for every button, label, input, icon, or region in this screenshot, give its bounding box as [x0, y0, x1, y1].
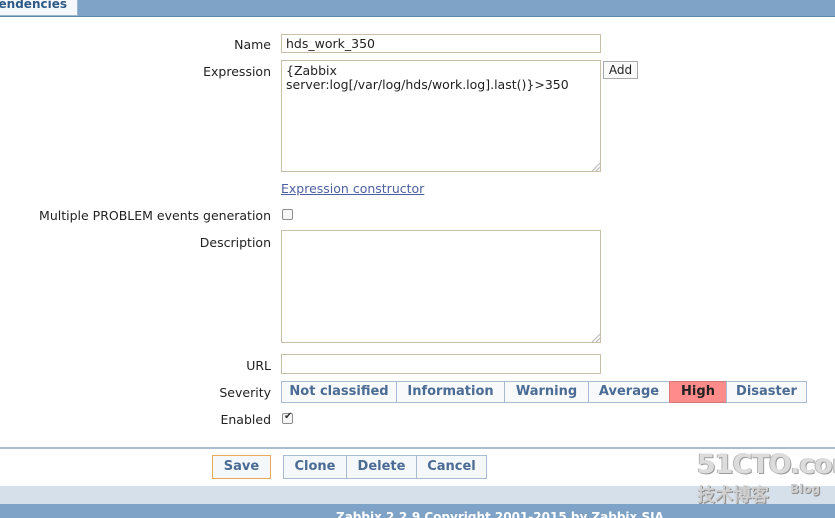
severity-selector: Not classified Information Warning Avera…: [281, 381, 807, 403]
cancel-button[interactable]: Cancel: [416, 455, 487, 479]
enabled-checkbox[interactable]: [282, 411, 293, 424]
watermark-cn: 技术博客: [697, 485, 769, 506]
expression-constructor-link[interactable]: Expression constructor: [281, 181, 424, 196]
description-wrap: [281, 230, 601, 343]
resize-grip-icon[interactable]: [592, 334, 600, 342]
multiple-problem-checkbox[interactable]: [282, 209, 293, 220]
tab-label: endencies: [0, 0, 67, 11]
description-label: Description: [199, 235, 271, 250]
multiple-problem-label: Multiple PROBLEM events generation: [39, 208, 271, 223]
expression-textarea[interactable]: {Zabbix server:log[/var/log/hds/work.log…: [281, 60, 601, 172]
watermark-site: 51CTO.com: [697, 449, 835, 480]
url-input[interactable]: [281, 354, 601, 374]
tab-dependencies[interactable]: endencies: [0, 0, 78, 16]
severity-information[interactable]: Information: [396, 381, 505, 403]
clone-button[interactable]: Clone: [283, 455, 347, 479]
name-label: Name: [234, 37, 271, 52]
url-label: URL: [246, 358, 271, 373]
severity-high[interactable]: High: [669, 381, 727, 403]
save-button[interactable]: Save: [212, 455, 271, 479]
site-watermark: 51CTO.com 技术博客 Blog: [697, 449, 835, 507]
watermark-blog: Blog: [790, 482, 821, 496]
resize-grip-icon[interactable]: [592, 163, 600, 171]
enabled-label: Enabled: [220, 412, 271, 427]
name-input[interactable]: [281, 34, 601, 53]
severity-label: Severity: [219, 385, 271, 400]
delete-button[interactable]: Delete: [346, 455, 417, 479]
tab-bar: endencies: [0, 0, 835, 17]
severity-warning[interactable]: Warning: [504, 381, 589, 403]
expression-wrap: {Zabbix server:log[/var/log/hds/work.log…: [281, 60, 601, 172]
description-textarea[interactable]: [281, 230, 601, 343]
severity-disaster[interactable]: Disaster: [726, 381, 807, 403]
severity-not-classified[interactable]: Not classified: [281, 381, 397, 403]
expression-label: Expression: [203, 64, 271, 79]
footer-copyright: Zabbix 2.2.9 Copyright 2001-2015 by Zabb…: [336, 510, 664, 518]
add-expression-button[interactable]: Add: [603, 61, 638, 79]
severity-average[interactable]: Average: [588, 381, 670, 403]
